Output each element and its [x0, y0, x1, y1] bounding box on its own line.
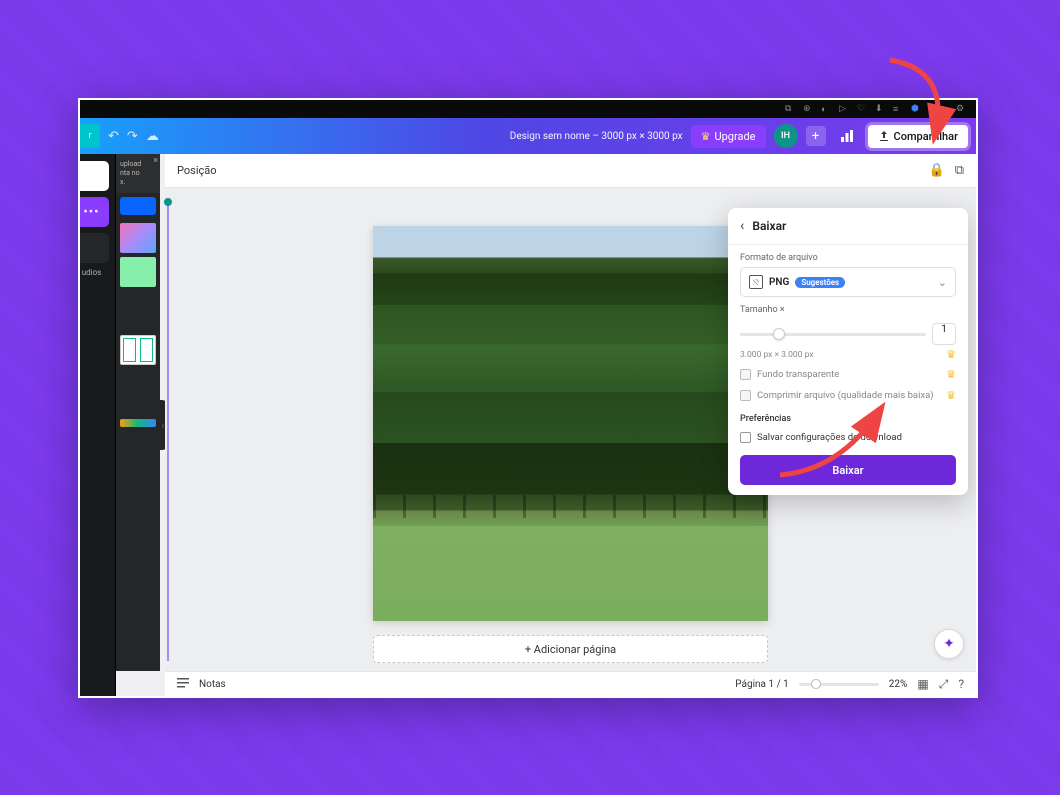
page-timeline[interactable] — [167, 198, 169, 661]
format-select[interactable]: PNG Sugestões ⌄ — [740, 267, 956, 297]
checkbox-icon — [740, 432, 751, 443]
save-prefs-row[interactable]: Salvar configurações de download — [728, 428, 968, 447]
share-button[interactable]: Compartilhar — [868, 125, 968, 148]
chevron-down-icon: ⌄ — [938, 276, 947, 289]
size-row: 1 — [728, 319, 968, 345]
user-avatar[interactable]: IH — [774, 124, 798, 148]
page-indicator[interactable]: Página 1 / 1 — [735, 679, 789, 690]
browser-chrome: ⧉ ⊕ ◐ ▷ ♡ ⬇ ≡ ⬢ t ⚙ — [80, 100, 976, 118]
document-title[interactable]: Design sem nome – 3000 px × 3000 px — [510, 131, 683, 142]
zoom-slider[interactable] — [799, 683, 879, 686]
dimensions-row: 3.000 px × 3.000 px ♛ — [728, 345, 968, 364]
zoom-value[interactable]: 22% — [889, 679, 908, 690]
connect-button[interactable] — [120, 197, 156, 215]
bar-chart-icon — [840, 129, 854, 143]
invite-button[interactable]: + — [806, 126, 826, 146]
crown-icon: ♛ — [946, 348, 956, 361]
compress-row[interactable]: Comprimir arquivo (qualidade mais baixa)… — [728, 385, 968, 406]
rail-item-3[interactable] — [80, 233, 109, 263]
upgrade-label: Upgrade — [714, 130, 755, 143]
download-button[interactable]: Baixar — [740, 455, 956, 485]
back-button[interactable]: ‹ — [740, 218, 744, 234]
size-slider[interactable] — [740, 333, 926, 336]
ext-icon-9[interactable]: ⚙ — [956, 104, 966, 114]
footer-bar: Notas Página 1 / 1 22% ▦ ⤢ ? — [165, 671, 976, 696]
sparkle-icon: ✦ — [943, 636, 955, 652]
rail-item-1[interactable] — [80, 161, 109, 191]
fullscreen-icon[interactable]: ⤢ — [939, 677, 949, 692]
checkbox-icon — [740, 369, 751, 380]
duplicate-icon[interactable]: ⧉ — [955, 163, 964, 178]
grid-view-icon[interactable]: ▦ — [917, 677, 928, 691]
notes-button[interactable]: Notas — [199, 679, 226, 690]
upgrade-button[interactable]: ♛ Upgrade — [691, 125, 766, 148]
transparent-bg-row[interactable]: Fundo transparente ♛ — [728, 364, 968, 385]
ext-icon-3[interactable]: ◐ — [821, 104, 831, 114]
template-thumb-1[interactable] — [120, 223, 156, 253]
size-input[interactable]: 1 — [932, 323, 956, 345]
crown-icon: ♛ — [946, 368, 956, 381]
format-section-label: Formato de arquivo — [728, 245, 968, 267]
template-thumb-2[interactable] — [120, 257, 156, 287]
save-prefs-label: Salvar configurações de download — [757, 432, 902, 443]
app-window: ⧉ ⊕ ◐ ▷ ♡ ⬇ ≡ ⬢ t ⚙ r ↶ ↷ ☁ Design sem n… — [78, 98, 978, 698]
compress-label: Comprimir arquivo (qualidade mais baixa) — [757, 390, 934, 401]
canvas-page-1[interactable] — [373, 226, 768, 621]
left-rail: ••• udios — [80, 154, 116, 696]
chrome-divider — [929, 104, 930, 114]
thumbnail-column — [116, 219, 160, 671]
workspace: ••• udios × upload nta no x. ‹ Posição — [80, 154, 976, 696]
sub-toolbar: Posição 🔒 ⧉ — [165, 154, 976, 188]
topbar: r ↶ ↷ ☁ Design sem nome – 3000 px × 3000… — [80, 118, 976, 154]
notes-icon — [177, 677, 189, 691]
image-file-icon — [749, 275, 763, 289]
popover-header: ‹ Baixar — [728, 208, 968, 245]
download-popover: ‹ Baixar Formato de arquivo PNG Sugestõe… — [728, 208, 968, 495]
format-value: PNG — [769, 277, 789, 288]
prefs-section-label: Preferências — [728, 406, 968, 428]
timeline-marker[interactable] — [164, 198, 172, 206]
home-button[interactable]: r — [80, 124, 100, 148]
upload-icon — [878, 130, 890, 142]
undo-button[interactable]: ↶ — [108, 129, 119, 144]
size-section-label: Tamanho × — [728, 297, 968, 319]
add-page-label: + Adicionar página — [525, 643, 616, 656]
dimensions-text: 3.000 px × 3.000 px — [740, 350, 814, 360]
transparent-bg-label: Fundo transparente — [757, 369, 839, 380]
lock-icon[interactable]: 🔒 — [929, 163, 945, 178]
template-thumb-4[interactable] — [120, 419, 156, 427]
position-button[interactable]: Posição — [177, 164, 217, 177]
ext-icon-1[interactable]: ⧉ — [785, 104, 795, 114]
help-icon[interactable]: ? — [958, 677, 964, 691]
crown-icon: ♛ — [946, 389, 956, 402]
ext-icon-2[interactable]: ⊕ — [803, 104, 813, 114]
rail-item-active[interactable]: ••• — [80, 197, 109, 227]
magic-button[interactable]: ✦ — [934, 629, 964, 659]
ext-icon-5[interactable]: ♡ — [857, 104, 867, 114]
ext-icon-6[interactable]: ⬇ — [875, 104, 885, 114]
side-panel: × upload nta no x. — [116, 154, 160, 671]
tip-line-3: x. — [120, 178, 156, 187]
suggested-badge: Sugestões — [795, 277, 845, 288]
close-icon[interactable]: × — [153, 156, 158, 168]
tip-box: × upload nta no x. — [116, 154, 160, 193]
profile-icon[interactable]: ⬢ — [911, 104, 921, 114]
analytics-button[interactable] — [834, 123, 860, 149]
rail-section-label: udios — [80, 268, 115, 277]
ext-icon-4[interactable]: ▷ — [839, 104, 849, 114]
tip-line-2: nta no — [120, 169, 156, 178]
crown-icon: ♛ — [701, 130, 711, 143]
download-label: Baixar — [832, 464, 863, 477]
template-thumb-3[interactable] — [120, 335, 156, 365]
tip-line-1: upload — [120, 160, 156, 169]
cloud-sync-icon[interactable]: ☁ — [146, 129, 159, 144]
popover-title: Baixar — [752, 219, 786, 233]
redo-button[interactable]: ↷ — [127, 129, 138, 144]
share-label: Compartilhar — [894, 130, 958, 143]
checkbox-icon — [740, 390, 751, 401]
ext-icon-8[interactable]: t — [938, 104, 948, 114]
add-page-button[interactable]: + Adicionar página — [373, 635, 768, 663]
ext-icon-7[interactable]: ≡ — [893, 104, 903, 114]
